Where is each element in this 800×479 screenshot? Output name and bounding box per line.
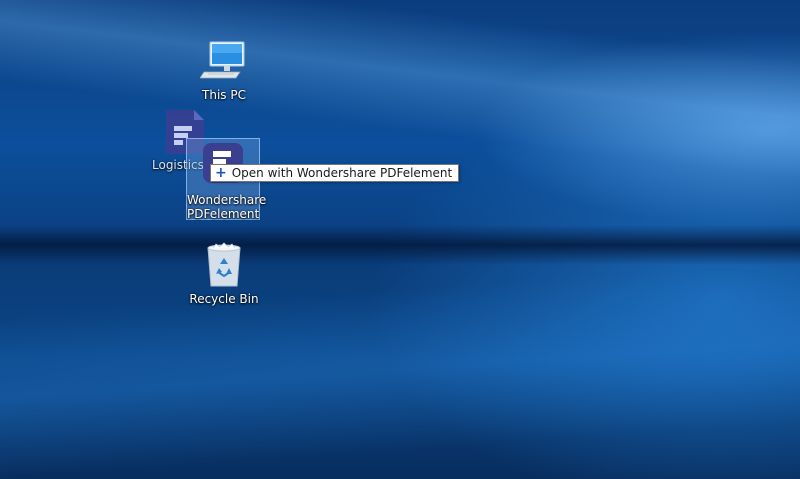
recycle-bin-icon bbox=[207, 242, 241, 287]
plus-icon: + bbox=[215, 165, 227, 181]
this-pc-label: This PC bbox=[202, 88, 246, 102]
wallpaper-dark-band bbox=[0, 225, 800, 265]
desktop-icon-this-pc[interactable]: This PC bbox=[186, 40, 262, 103]
pdfelement-label-line2: PDFelement bbox=[187, 207, 260, 221]
desktop-icon-recycle-bin[interactable]: Recycle Bin bbox=[186, 242, 262, 307]
recycle-bin-label: Recycle Bin bbox=[189, 292, 259, 306]
wallpaper-light-beam bbox=[0, 0, 800, 191]
computer-monitor-icon bbox=[200, 41, 245, 79]
desktop[interactable]: This PC Logistics.pdf Wondershare PDFele… bbox=[0, 0, 800, 479]
drag-drop-tooltip: + Open with Wondershare PDFelement bbox=[210, 164, 460, 182]
wallpaper-light-beam-lower bbox=[0, 255, 800, 479]
pdfelement-label-line1: Wondershare bbox=[187, 193, 267, 207]
drag-drop-tooltip-text: Open with Wondershare PDFelement bbox=[231, 166, 453, 180]
